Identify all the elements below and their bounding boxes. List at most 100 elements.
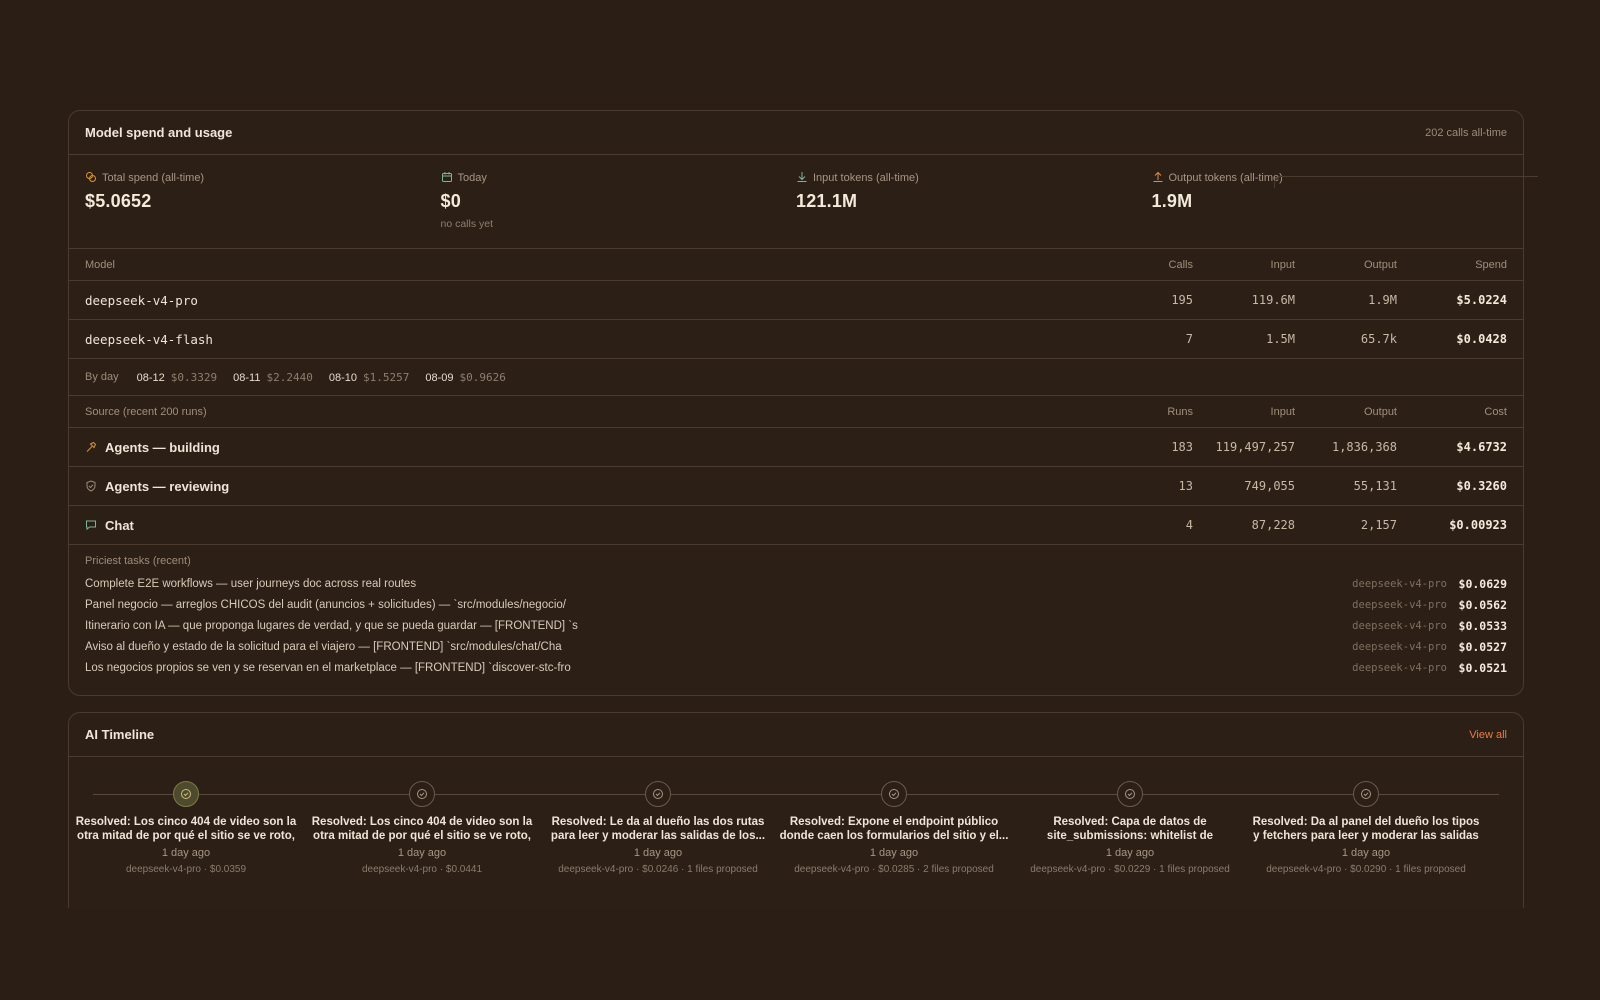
table-row[interactable]: Chat 4 87,228 2,157 $0.00923 — [69, 506, 1523, 545]
table-row[interactable]: Agents — reviewing 13 749,055 55,131 $0.… — [69, 467, 1523, 506]
stat-label: Total spend (all-time) — [102, 172, 205, 184]
priciest-tasks: Priciest tasks (recent) Complete E2E wor… — [69, 545, 1523, 678]
model-spend: $0.0428 — [1456, 332, 1507, 346]
timeline-item-meta: deepseek-v4-pro · $0.0229 · 1 files prop… — [1030, 864, 1230, 875]
source-output: 55,131 — [1353, 479, 1397, 493]
timeline-item-time: 1 day ago — [397, 847, 447, 859]
task-model: deepseek-v4-pro — [1352, 661, 1447, 674]
table-row[interactable]: deepseek-v4-flash 7 1.5M 65.7k $0.0428 — [69, 320, 1523, 359]
col-output: Output — [1363, 258, 1397, 271]
task-cost: $0.0629 — [1458, 576, 1507, 591]
timeline-item[interactable]: Resolved: Da al panel del dueño los tipo… — [1250, 781, 1482, 875]
timeline-header: AI Timeline View all — [69, 713, 1523, 757]
task-cost: $0.0562 — [1458, 597, 1507, 612]
task-cost: $0.0521 — [1458, 660, 1507, 675]
stat-value: $5.0652 — [85, 191, 152, 211]
timeline-item-title: Resolved: Los cinco 404 de video son la … — [311, 816, 533, 842]
col-input: Input — [1270, 405, 1295, 418]
task-cost: $0.0533 — [1458, 618, 1507, 633]
timeline-item[interactable]: Resolved: Los cinco 404 de video son la … — [70, 781, 302, 875]
model-output: 65.7k — [1360, 332, 1397, 346]
timeline-title: AI Timeline — [85, 727, 155, 742]
task-model: deepseek-v4-pro — [1352, 577, 1447, 590]
coins-icon — [85, 171, 97, 186]
source-cost: $4.6732 — [1456, 440, 1507, 454]
table-row[interactable]: Agents — building 183 119,497,257 1,836,… — [69, 428, 1523, 467]
day-entry: 08-09 $0.9626 — [425, 370, 506, 384]
task-title: Los negocios propios se ven y se reserva… — [85, 661, 571, 674]
ai-timeline-card: AI Timeline View all Resolved: Los cinco… — [68, 712, 1524, 908]
source-name: Agents — building — [105, 439, 220, 455]
model-spend: $5.0224 — [1456, 293, 1507, 307]
list-item[interactable]: Los negocios propios se ven y se reserva… — [85, 657, 1507, 678]
download-icon — [796, 171, 808, 186]
stat-input-tokens: Input tokens (all-time) 121.1M — [796, 171, 1152, 248]
source-output: 1,836,368 — [1331, 440, 1397, 454]
check-circle-icon — [881, 781, 907, 807]
stat-label: Output tokens (all-time) — [1168, 172, 1283, 184]
hammer-icon — [85, 441, 97, 453]
timeline-track: Resolved: Los cinco 404 de video son la … — [69, 757, 1523, 908]
timeline-item[interactable]: Resolved: Expone el endpoint público don… — [778, 781, 1010, 875]
col-source: Source (recent 200 runs) — [85, 405, 207, 418]
list-item[interactable]: Itinerario con IA — que proponga lugares… — [85, 615, 1507, 636]
priciest-label: Priciest tasks (recent) — [85, 555, 191, 567]
source-name: Agents — reviewing — [105, 478, 230, 494]
model-calls: 195 — [1171, 293, 1193, 307]
source-input: 749,055 — [1244, 479, 1295, 493]
tooltip-edge — [1274, 176, 1538, 188]
model-input: 119.6M — [1251, 293, 1295, 307]
source-runs: 4 — [1185, 518, 1193, 532]
source-output: 2,157 — [1360, 518, 1397, 532]
timeline-item-title: Resolved: Expone el endpoint público don… — [779, 816, 1009, 842]
timeline-item[interactable]: Resolved: Le da al dueño las dos rutas p… — [542, 781, 774, 875]
view-all-link[interactable]: View all — [1469, 729, 1507, 741]
timeline-item-title: Resolved: Los cinco 404 de video son la … — [75, 816, 297, 842]
check-circle-icon — [645, 781, 671, 807]
source-cost: $0.3260 — [1456, 479, 1507, 493]
source-input: 119,497,257 — [1215, 440, 1295, 454]
model-calls: 7 — [1185, 332, 1193, 346]
list-item[interactable]: Panel negocio — arreglos CHICOS del audi… — [85, 594, 1507, 615]
col-runs: Runs — [1167, 405, 1193, 418]
check-circle-icon — [1117, 781, 1143, 807]
timeline-item-meta: deepseek-v4-pro · $0.0246 · 1 files prop… — [558, 864, 758, 875]
col-calls: Calls — [1168, 258, 1193, 271]
timeline-item[interactable]: Resolved: Los cinco 404 de video son la … — [306, 781, 538, 875]
task-title: Complete E2E workflows — user journeys d… — [85, 577, 417, 590]
list-item[interactable]: Aviso al dueño y estado de la solicitud … — [85, 636, 1507, 657]
day-entry: 08-10 $1.5257 — [328, 370, 410, 384]
stat-today: Today $0 no calls yet — [441, 171, 797, 248]
stat-value: 1.9M — [1151, 191, 1193, 211]
task-model: deepseek-v4-pro — [1352, 640, 1447, 653]
stat-sub: no calls yet — [440, 218, 494, 230]
model-spend-card: Model spend and usage 202 calls all-time… — [68, 110, 1524, 696]
by-day-label: By day — [85, 371, 119, 383]
task-cost: $0.0527 — [1458, 639, 1507, 654]
col-input: Input — [1270, 258, 1295, 271]
col-output: Output — [1363, 405, 1397, 418]
model-output: 1.9M — [1368, 293, 1397, 307]
spend-card-header: Model spend and usage 202 calls all-time — [69, 111, 1523, 155]
check-circle-icon — [1353, 781, 1379, 807]
calendar-icon — [441, 171, 453, 186]
task-model: deepseek-v4-pro — [1352, 598, 1447, 611]
day-entry: 08-12 $0.3329 — [136, 370, 218, 384]
table-row[interactable]: deepseek-v4-pro 195 119.6M 1.9M $5.0224 — [69, 281, 1523, 320]
timeline-item[interactable]: Resolved: Capa de datos de site_submissi… — [1014, 781, 1246, 875]
timeline-item-title: Resolved: Capa de datos de site_submissi… — [1046, 816, 1214, 842]
task-title: Panel negocio — arreglos CHICOS del audi… — [85, 598, 566, 611]
task-title: Itinerario con IA — que proponga lugares… — [85, 619, 578, 632]
list-item[interactable]: Complete E2E workflows — user journeys d… — [85, 573, 1507, 594]
chat-bubble-icon — [85, 519, 97, 531]
timeline-item-time: 1 day ago — [161, 847, 211, 859]
model-name: deepseek-v4-pro — [85, 292, 198, 308]
stats-row: Total spend (all-time) $5.0652 Today $0 … — [69, 155, 1523, 249]
timeline-item-meta: deepseek-v4-pro · $0.0285 · 2 files prop… — [794, 864, 994, 875]
source-cost: $0.00923 — [1449, 518, 1507, 532]
stat-value: 121.1M — [796, 191, 858, 211]
timeline-item-title: Resolved: Da al panel del dueño los tipo… — [1252, 816, 1480, 842]
source-input: 87,228 — [1251, 518, 1295, 532]
timeline-item-meta: deepseek-v4-pro · $0.0290 · 1 files prop… — [1266, 864, 1466, 875]
spend-card-title: Model spend and usage — [85, 125, 233, 140]
